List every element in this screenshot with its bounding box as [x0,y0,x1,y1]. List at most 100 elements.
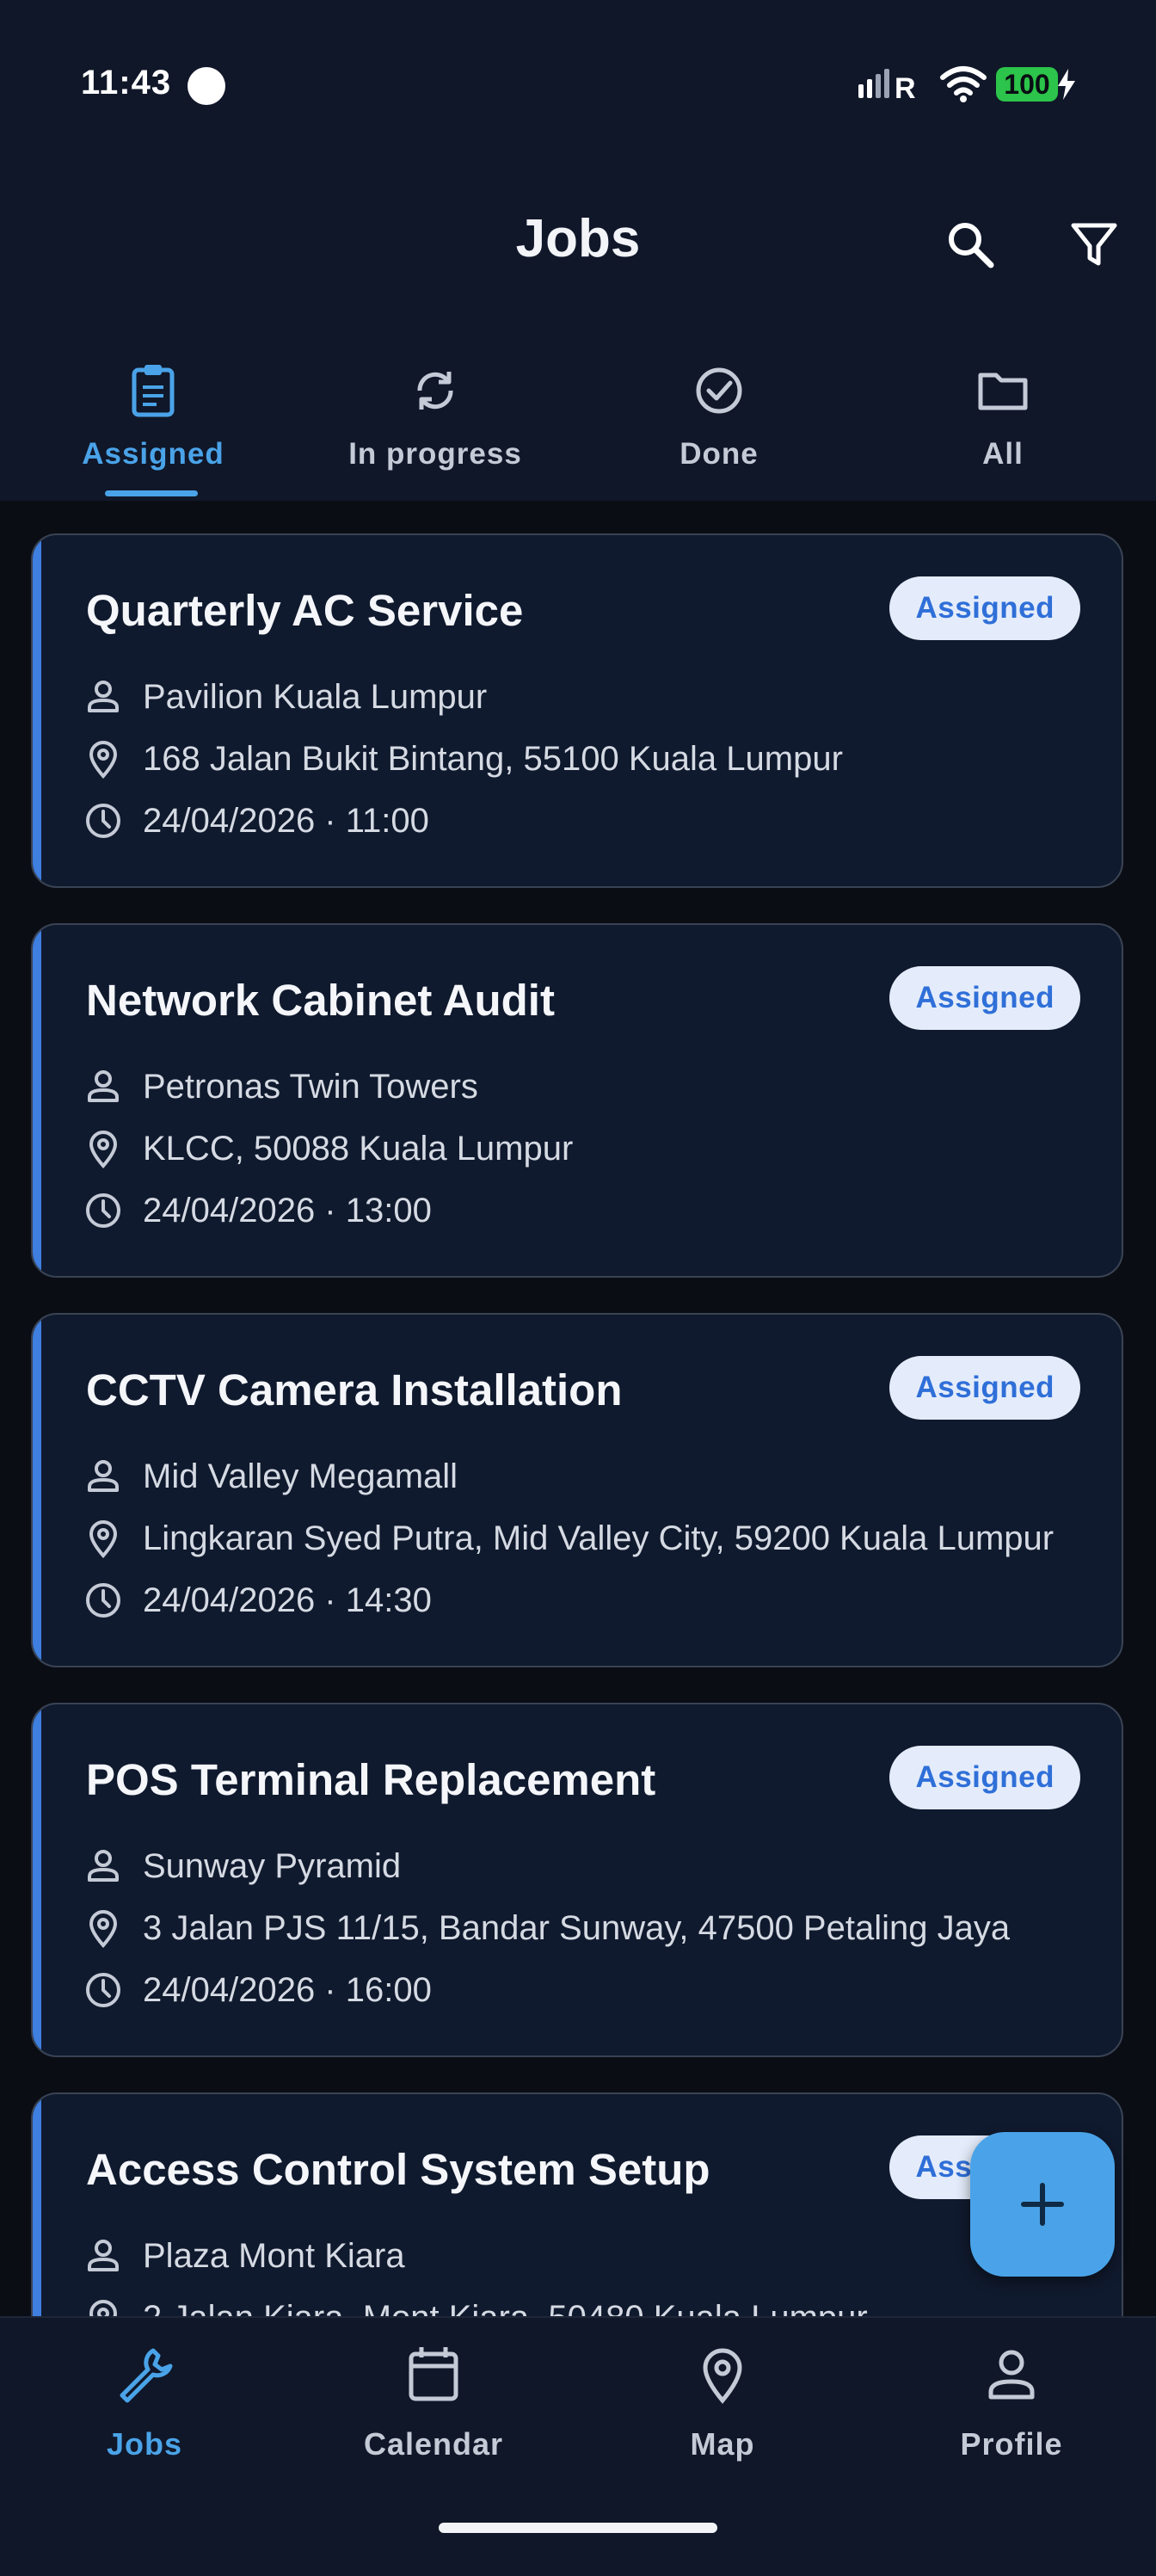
job-card[interactable]: Network Cabinet Audit Assigned Petronas … [31,923,1123,1278]
address-row: 3 Jalan PJS 11/15, Bandar Sunway, 47500 … [83,1902,1010,1954]
job-title: Network Cabinet Audit [86,976,555,1025]
job-schedule: 24/04/2026 · 14:30 [143,1581,432,1619]
tab-label: In progress [348,437,522,471]
calendar-icon [409,2347,458,2401]
nav-profile[interactable]: Profile [867,2344,1156,2490]
job-card[interactable]: Quarterly AC Service Assigned Pavilion K… [31,533,1123,888]
status-tabs: Assigned In progress Done All [0,344,1156,501]
sync-icon [417,372,453,410]
job-list[interactable]: Quarterly AC Service Assigned Pavilion K… [0,501,1156,2316]
customer-name: Sunway Pyramid [143,1846,402,1885]
status-time: 11:43 [81,64,172,102]
search-icon [949,223,994,268]
location-pin-icon [89,1910,118,1949]
check-circle-icon [696,367,742,414]
card-accent-bar [33,2094,41,2316]
job-title: POS Terminal Replacement [86,1755,656,1804]
location-pin-icon [89,1131,118,1169]
card-accent-bar [33,1315,41,1666]
job-title: CCTV Camera Installation [86,1365,623,1414]
nav-label: Profile [960,2426,1063,2462]
address-row: Lingkaran Syed Putra, Mid Valley City, 5… [83,1513,1054,1564]
nav-calendar[interactable]: Calendar [289,2344,578,2490]
filter-icon [1071,223,1117,266]
job-title: Quarterly AC Service [86,586,524,635]
tab-assigned[interactable]: Assigned [9,344,298,501]
search-button[interactable] [936,210,1005,279]
notification-dot-icon [188,67,225,105]
job-schedule: 24/04/2026 · 16:00 [143,1970,432,2009]
person-icon [88,681,119,712]
wifi-icon [940,66,987,102]
job-card[interactable]: Access Control System Setup Assigned Pla… [31,2092,1123,2316]
customer-row: Pavilion Kuala Lumpur [83,671,487,723]
customer-name: Pavilion Kuala Lumpur [143,677,488,716]
person-icon [88,2240,119,2271]
tab-done[interactable]: Done [575,344,864,501]
nav-map[interactable]: Map [578,2344,867,2490]
job-address: 3 Jalan PJS 11/15, Bandar Sunway, 47500 … [143,1908,1011,1947]
signal-icon: R [858,69,916,102]
customer-row: Plaza Mont Kiara [83,2230,405,2282]
nav-label: Map [690,2426,755,2462]
clock-icon [86,1193,120,1228]
status-badge: Assigned [889,576,1080,640]
nav-jobs[interactable]: Jobs [0,2344,289,2490]
battery-level: 100 [996,67,1058,102]
filter-button[interactable] [1060,210,1128,279]
tab-label: Done [679,437,759,471]
status-badge: Assigned [889,1356,1080,1420]
clock-icon [86,1583,120,1618]
bottom-navigation: Jobs Calendar Map Profile [0,2316,1156,2576]
schedule-row: 24/04/2026 · 11:00 [83,795,429,847]
status-badge: Assigned [889,1746,1080,1809]
location-pin-icon [89,741,118,780]
add-job-button[interactable] [970,2132,1115,2277]
status-badge: Assigned [889,966,1080,1030]
tab-label: All [982,437,1024,471]
charging-bolt-icon [1058,69,1075,100]
tab-all[interactable]: All [858,344,1147,501]
status-bar: 11:43 R 100 [0,0,1156,172]
job-address: Lingkaran Syed Putra, Mid Valley City, 5… [143,1519,1055,1557]
person-icon [88,1070,119,1102]
customer-row: Sunway Pyramid [83,1840,401,1892]
location-pin-icon [89,1520,118,1559]
card-accent-bar [33,925,41,1276]
person-icon [88,1460,119,1492]
active-tab-indicator [105,490,198,496]
home-indicator[interactable] [439,2523,717,2533]
job-schedule: 24/04/2026 · 11:00 [143,801,429,840]
schedule-row: 24/04/2026 · 13:00 [83,1185,432,1236]
nav-label: Jobs [106,2426,183,2462]
job-card[interactable]: POS Terminal Replacement Assigned Sunway… [31,1703,1123,2057]
job-schedule: 24/04/2026 · 13:00 [143,1191,432,1229]
tab-label: Assigned [82,437,224,471]
clock-icon [86,1973,120,2007]
clipboard-icon [132,365,175,417]
person-icon [88,1850,119,1882]
wrench-icon [120,2348,173,2403]
customer-name: Mid Valley Megamall [143,1457,458,1495]
job-title: Access Control System Setup [86,2145,710,2194]
job-address: 168 Jalan Bukit Bintang, 55100 Kuala Lum… [143,739,843,778]
tab-in-progress[interactable]: In progress [291,344,580,501]
app-header: 11:43 R 100 Jobs Assigned In progress Do… [0,0,1156,501]
customer-name: Plaza Mont Kiara [143,2236,405,2275]
address-row: 2 Jalan Kiara, Mont Kiara, 50480 Kuala L… [83,2292,868,2316]
job-card[interactable]: CCTV Camera Installation Assigned Mid Va… [31,1313,1123,1667]
job-address: KLCC, 50088 Kuala Lumpur [143,1129,574,1168]
plus-icon [1021,2183,1064,2226]
customer-name: Petronas Twin Towers [143,1067,478,1106]
folder-icon [978,373,1028,410]
location-pin-icon [89,2300,118,2316]
network-label: R [895,72,916,102]
address-row: KLCC, 50088 Kuala Lumpur [83,1123,573,1174]
address-row: 168 Jalan Bukit Bintang, 55100 Kuala Lum… [83,733,843,785]
card-accent-bar [33,535,41,886]
schedule-row: 24/04/2026 · 14:30 [83,1575,432,1626]
customer-row: Mid Valley Megamall [83,1451,458,1502]
person-icon [988,2350,1035,2400]
customer-row: Petronas Twin Towers [83,1061,478,1112]
job-address: 2 Jalan Kiara, Mont Kiara, 50480 Kuala L… [143,2299,868,2317]
